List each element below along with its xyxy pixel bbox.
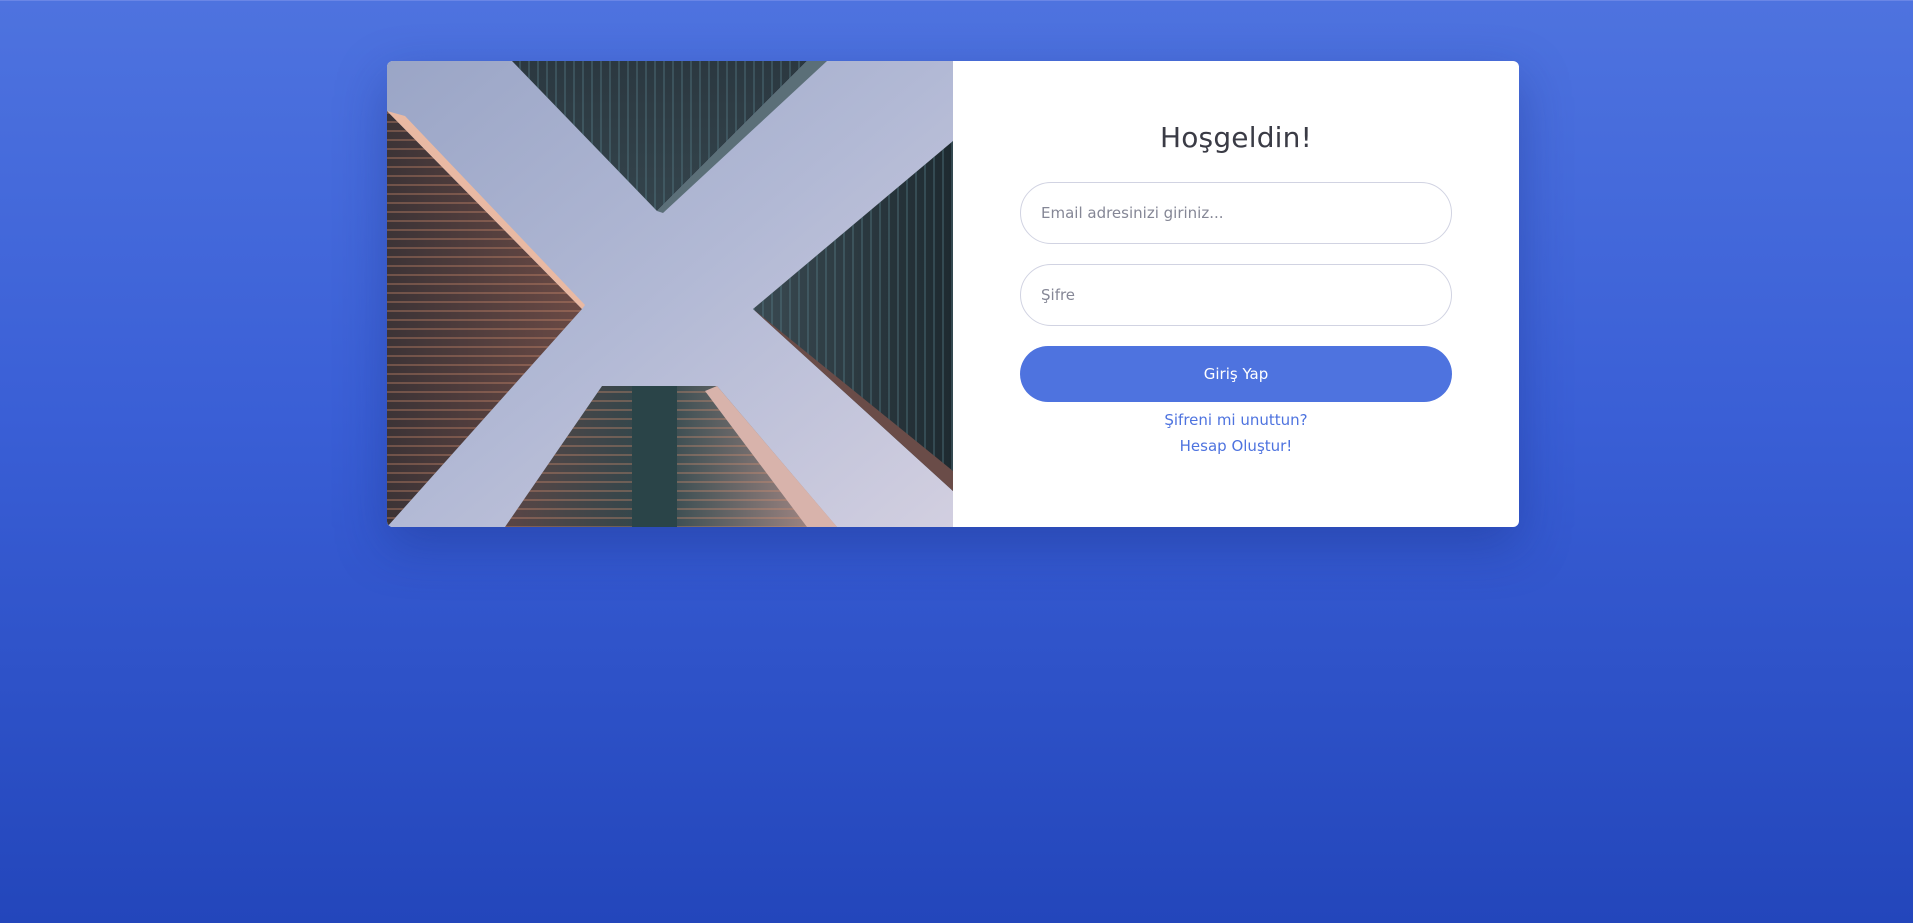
login-button[interactable]: Giriş Yap (1020, 346, 1452, 402)
password-input[interactable] (1020, 264, 1452, 326)
login-card: Hoşgeldin! Giriş Yap Şifreni mi unuttun?… (387, 61, 1519, 527)
skyscrapers-image (387, 61, 953, 527)
page-title: Hoşgeldin! (1159, 121, 1313, 154)
login-form: Hoşgeldin! Giriş Yap Şifreni mi unuttun?… (953, 61, 1519, 527)
top-border-line (0, 0, 1913, 1)
create-account-link[interactable]: Hesap Oluştur! (1180, 437, 1293, 455)
email-input[interactable] (1020, 182, 1452, 244)
forgot-password-link[interactable]: Şifreni mi unuttun? (1164, 411, 1307, 429)
